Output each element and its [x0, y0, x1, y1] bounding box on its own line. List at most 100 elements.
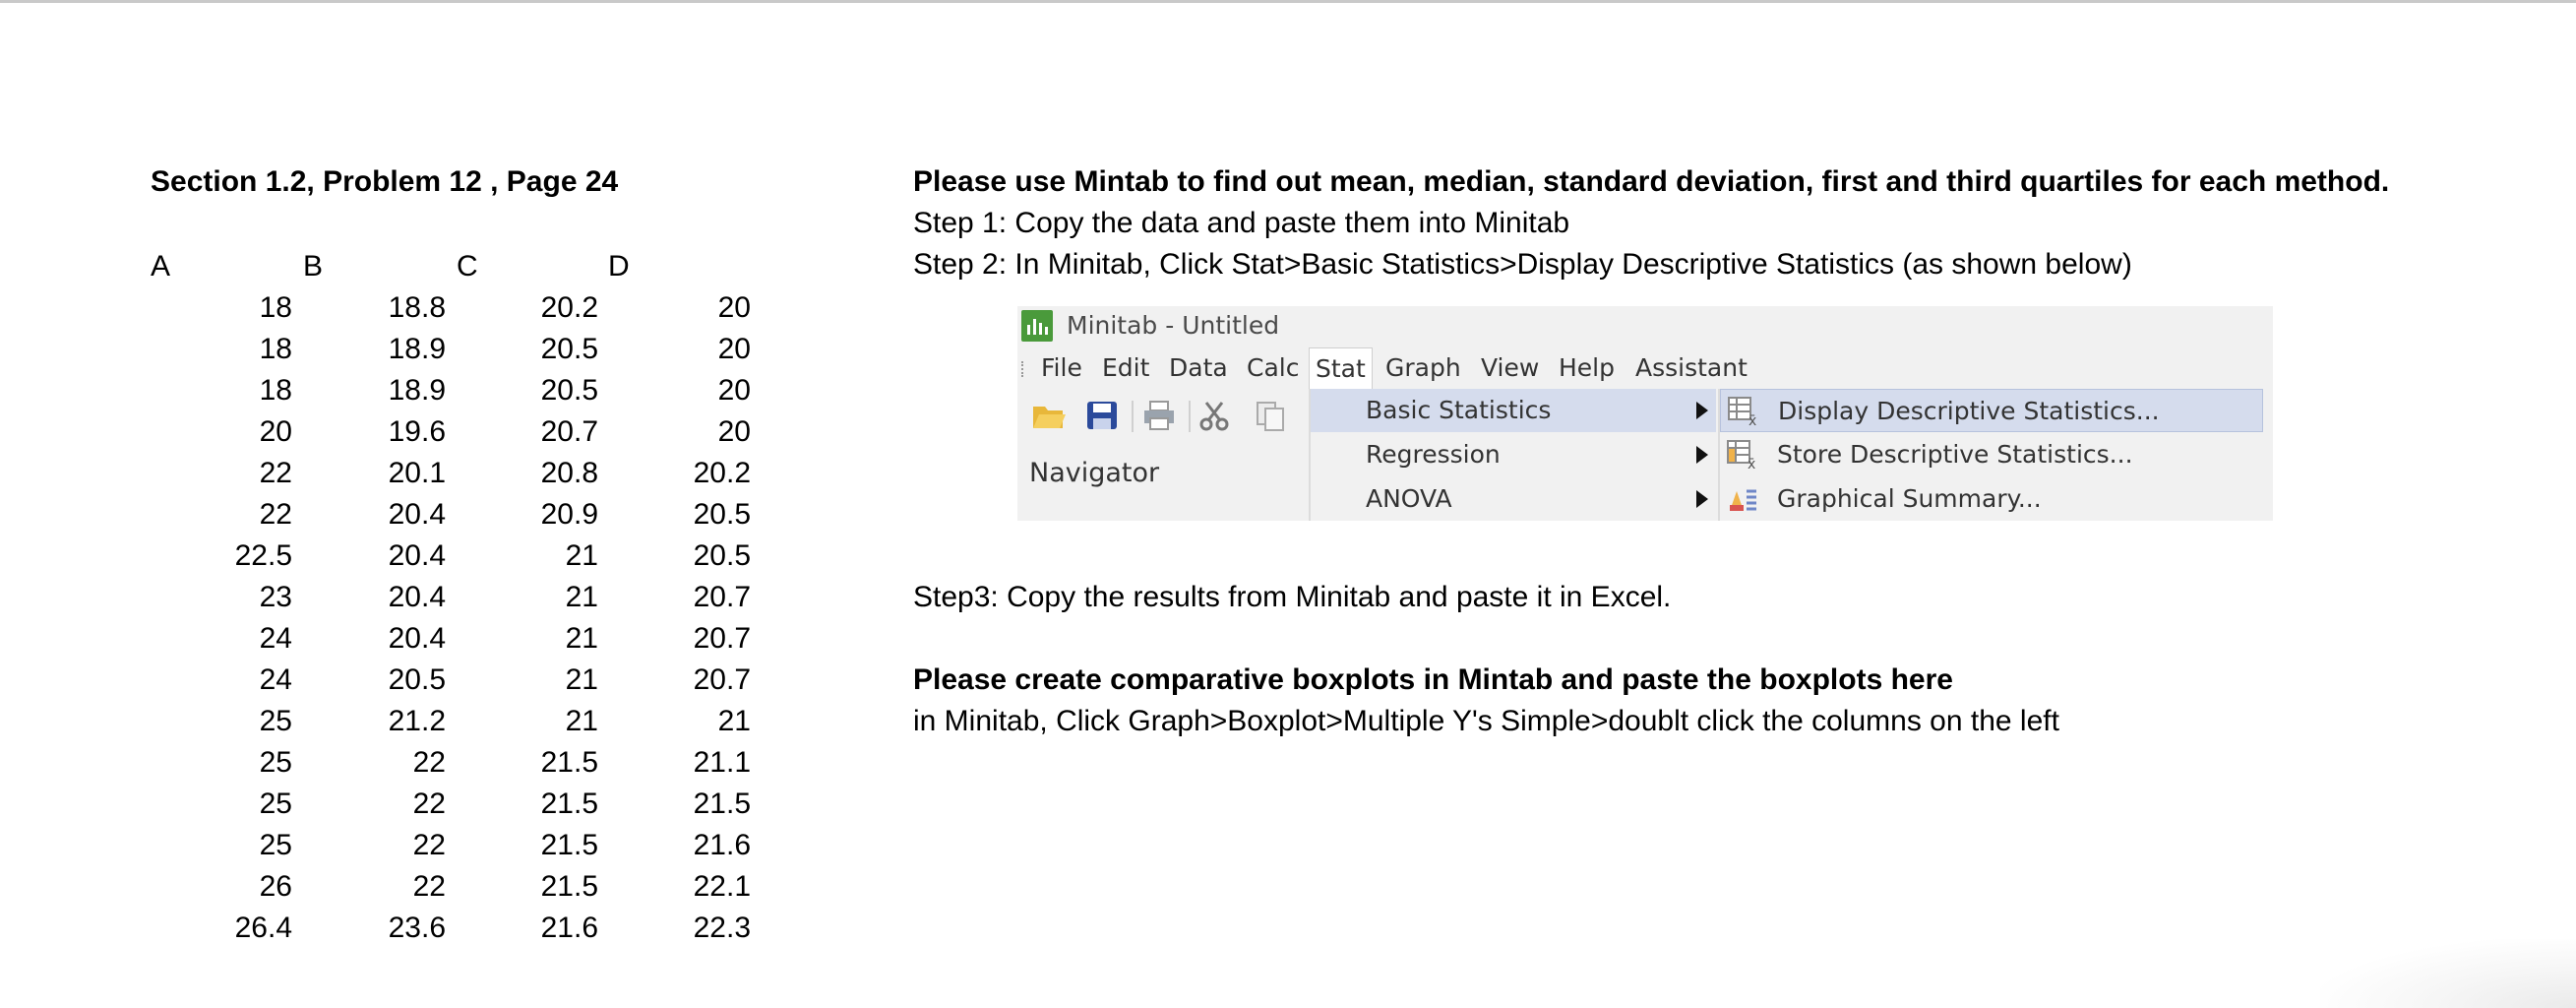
table-cell: 22.1 [693, 870, 751, 903]
submenu-item-label: Store Descriptive Statistics... [1777, 440, 2133, 469]
column-header-d: D [608, 250, 630, 283]
table-cell: 20.7 [540, 415, 598, 448]
menu-help[interactable]: Help [1559, 347, 1615, 389]
menu-calc[interactable]: Calc [1247, 347, 1299, 389]
table-cell: 22 [412, 829, 446, 861]
table-cell: 20.2 [693, 457, 751, 489]
table-cell: 21 [565, 705, 598, 737]
menu-item-label: ANOVA [1366, 484, 1452, 513]
step-2-text: Step 2: In Minitab, Click Stat>Basic Sta… [913, 248, 2132, 281]
table-cell: 18.8 [388, 291, 446, 324]
table-cell: 21.5 [540, 788, 598, 820]
column-header-a: A [151, 250, 171, 283]
top-border [0, 0, 2576, 3]
table-cell: 22 [259, 498, 292, 531]
table-cell: 18.9 [388, 374, 446, 407]
table-cell: 21.5 [540, 870, 598, 903]
table-cell: 22.5 [234, 539, 292, 572]
table-cell: 25 [259, 746, 292, 779]
graphical-summary-icon [1730, 489, 1756, 511]
minitab-screenshot: Minitab - Untitled File Edit Data Calc S… [1017, 306, 2273, 521]
column-c-values: 20.2 20.5 20.5 20.7 20.8 20.9 21 21 21 21 21 21.5 21… [490, 288, 598, 950]
table-cell: 21 [565, 581, 598, 613]
menu-data[interactable]: Data [1169, 347, 1228, 389]
basic-statistics-submenu: x̄ Display Descriptive Statistics... x̄ … [1718, 389, 2273, 521]
table-cell: 21 [565, 622, 598, 655]
minitab-logo-icon [1021, 310, 1053, 342]
navigator-label[interactable]: Navigator [1029, 454, 1159, 493]
menu-item-basic-statistics[interactable]: Basic Statistics [1311, 389, 1716, 432]
table-cell: 20.1 [388, 457, 446, 489]
column-a-values: 18 18 18 20 22 22 22.5 23 24 24 25 25 25 25 26 26.4 [184, 288, 292, 950]
menu-file[interactable]: File [1041, 347, 1082, 389]
submenu-item-label: Graphical Summary... [1777, 484, 2042, 513]
table-cell: 20.5 [693, 539, 751, 572]
table-cell: 20.5 [540, 333, 598, 365]
table-cell: 21.1 [693, 746, 751, 779]
table-cell: 26.4 [234, 912, 292, 944]
table-cell: 18 [259, 374, 292, 407]
table-cell: 24 [259, 663, 292, 696]
submenu-arrow-icon [1696, 490, 1708, 508]
table-cell: 20.7 [693, 663, 751, 696]
open-folder-icon[interactable] [1031, 399, 1067, 432]
boxplot-instructions: in Minitab, Click Graph>Boxplot>Multiple… [913, 705, 2059, 737]
table-cell: 20 [259, 415, 292, 448]
table-cell: 20.4 [388, 498, 446, 531]
table-cell: 20.7 [693, 581, 751, 613]
table-cell: 20 [717, 415, 751, 448]
table-cell: 22 [412, 746, 446, 779]
menu-stat[interactable]: Stat [1309, 347, 1373, 390]
menu-item-graphical-summary[interactable]: Graphical Summary... [1720, 477, 2263, 521]
copy-icon[interactable] [1254, 399, 1289, 432]
print-icon[interactable] [1141, 399, 1177, 432]
menu-view[interactable]: View [1481, 347, 1539, 389]
table-cell: 21.6 [540, 912, 598, 944]
column-d-values: 20 20 20 20 20.2 20.5 20.5 20.7 20.7 20.7 21 21.1 21… [643, 288, 751, 950]
table-cell: 25 [259, 788, 292, 820]
table-cell: 20.4 [388, 581, 446, 613]
table-cell: 21 [565, 539, 598, 572]
table-cell: 22 [412, 870, 446, 903]
table-cell: 25 [259, 829, 292, 861]
column-header-c: C [457, 250, 478, 283]
menu-item-regression[interactable]: Regression [1311, 433, 1716, 476]
minitab-title-bar: Minitab - Untitled [1017, 306, 2273, 346]
menu-item-anova[interactable]: ANOVA [1311, 477, 1716, 521]
table-cell: 21 [565, 663, 598, 696]
table-cell: 25 [259, 705, 292, 737]
cut-icon[interactable] [1196, 399, 1232, 432]
save-icon[interactable] [1084, 399, 1120, 432]
column-b-values: 18.8 18.9 18.9 19.6 20.1 20.4 20.4 20.4 20.4 20.5… [337, 288, 446, 950]
table-cell: 20.5 [540, 374, 598, 407]
table-cell: 18 [259, 291, 292, 324]
table-cell: 24 [259, 622, 292, 655]
table-cell: 20.5 [693, 498, 751, 531]
menu-assistant[interactable]: Assistant [1635, 347, 1748, 389]
menu-item-display-descriptive-statistics[interactable]: x̄ Display Descriptive Statistics... [1720, 389, 2263, 432]
menu-graph[interactable]: Graph [1385, 347, 1461, 389]
menu-item-store-descriptive-statistics[interactable]: x̄ Store Descriptive Statistics... [1720, 433, 2263, 476]
table-cell: 26 [259, 870, 292, 903]
store-stats-table-icon: x̄ [1727, 440, 1755, 471]
table-cell: 22.3 [693, 912, 751, 944]
table-cell: 23.6 [388, 912, 446, 944]
menu-edit[interactable]: Edit [1102, 347, 1149, 389]
descriptive-stats-table-icon: x̄ [1728, 397, 1756, 427]
table-cell: 18 [259, 333, 292, 365]
submenu-item-label: Display Descriptive Statistics... [1778, 397, 2160, 425]
table-cell: 21.5 [540, 746, 598, 779]
page-corner-shadow [2320, 939, 2576, 1008]
section-title: Section 1.2, Problem 12 , Page 24 [151, 165, 619, 198]
table-cell: 19.6 [388, 415, 446, 448]
table-cell: 20.8 [540, 457, 598, 489]
minitab-window-title: Minitab - Untitled [1067, 311, 1280, 340]
boxplot-heading: Please create comparative boxplots in Mi… [913, 663, 1953, 696]
menu-grip-icon [1021, 361, 1025, 377]
table-cell: 20.4 [388, 622, 446, 655]
table-cell: 23 [259, 581, 292, 613]
table-cell: 20.9 [540, 498, 598, 531]
table-cell: 20 [717, 333, 751, 365]
table-cell: 21.5 [693, 788, 751, 820]
svg-text:x̄: x̄ [1748, 457, 1755, 471]
